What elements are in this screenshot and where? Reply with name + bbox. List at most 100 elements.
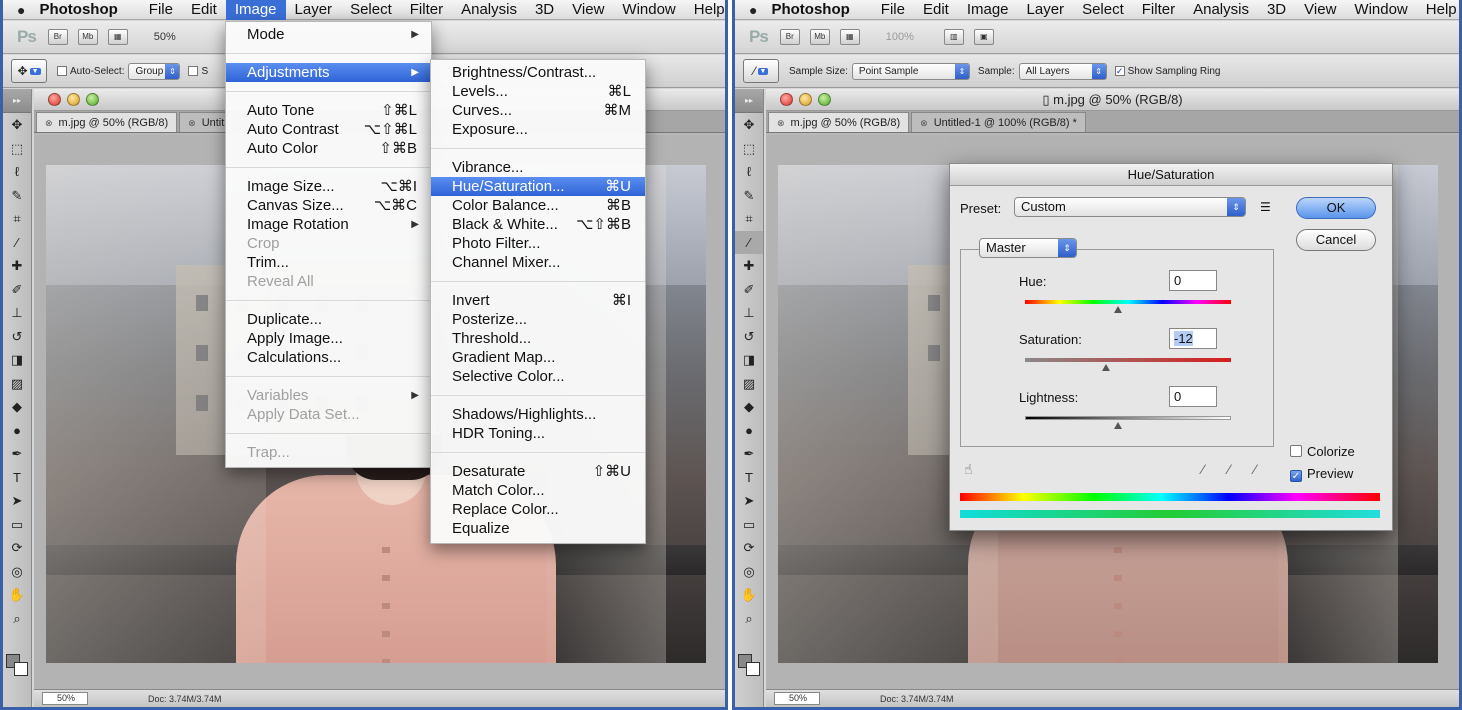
menu-3d[interactable]: 3D xyxy=(1258,0,1295,20)
menu-item-vibrance[interactable]: Vibrance... xyxy=(431,158,645,177)
colorize-box[interactable] xyxy=(1290,445,1302,457)
lightness-slider[interactable] xyxy=(1025,416,1231,420)
menu-image[interactable]: Image xyxy=(225,0,286,20)
quick-select-tool-icon[interactable]: ✎ xyxy=(3,184,31,208)
bridge-button[interactable]: Br xyxy=(779,29,800,45)
healing-brush-icon[interactable]: ✚ xyxy=(3,254,31,278)
menu-item-apply-image[interactable]: Apply Image... xyxy=(226,329,431,348)
lightness-slider-thumb[interactable] xyxy=(1114,422,1122,429)
marquee-tool-icon[interactable]: ⬚ xyxy=(735,137,763,161)
clone-stamp-icon[interactable]: ⊥ xyxy=(735,301,763,325)
targeted-adjustment-hand-icon[interactable]: ☝ xyxy=(964,461,973,478)
eyedropper-icon[interactable]: ⁄ xyxy=(1202,461,1204,477)
hand-tool-icon[interactable]: ✋ xyxy=(3,583,31,607)
menu-item-hdr-toning[interactable]: HDR Toning... xyxy=(431,424,645,443)
bridge-button[interactable]: Br xyxy=(47,29,68,45)
path-select-icon[interactable]: ➤ xyxy=(3,489,31,513)
menu-view[interactable]: View xyxy=(563,0,613,20)
lasso-tool-icon[interactable]: ℓ xyxy=(735,160,763,184)
close-tab-icon[interactable]: ⊗ xyxy=(777,118,785,128)
tab-m-jpg[interactable]: ⊗ m.jpg @ 50% (RGB/8) xyxy=(36,112,178,132)
lasso-tool-icon[interactable]: ℓ xyxy=(3,160,31,184)
menu-window[interactable]: Window xyxy=(1345,0,1416,20)
apple-icon[interactable]: ● xyxy=(749,2,757,18)
menu-item-photo-filter[interactable]: Photo Filter... xyxy=(431,234,645,253)
menu-file[interactable]: File xyxy=(872,0,914,20)
history-brush-icon[interactable]: ↺ xyxy=(735,325,763,349)
menu-item-black-white[interactable]: Black & White... ⌥⇧⌘B xyxy=(431,215,645,234)
menu-item-image-rotation[interactable]: Image Rotation ▶ xyxy=(226,215,431,234)
menu-item-posterize[interactable]: Posterize... xyxy=(431,310,645,329)
menu-select[interactable]: Select xyxy=(341,0,401,20)
cancel-button[interactable]: Cancel xyxy=(1296,229,1376,251)
menu-item-canvas-size[interactable]: Canvas Size... ⌥⌘C xyxy=(226,196,431,215)
menu-item-duplicate[interactable]: Duplicate... xyxy=(226,310,431,329)
type-tool-icon[interactable]: T xyxy=(3,466,31,490)
view-extras-button[interactable]: ▦ xyxy=(107,29,128,45)
status-zoom-field[interactable]: 50% xyxy=(42,692,88,705)
preset-dropdown[interactable]: Custom ⇕ xyxy=(1014,197,1246,217)
menu-item-invert[interactable]: Invert ⌘I xyxy=(431,291,645,310)
menu-item-equalize[interactable]: Equalize xyxy=(431,519,645,538)
gradient-tool-icon[interactable]: ▨ xyxy=(735,372,763,396)
menu-item-calculations[interactable]: Calculations... xyxy=(226,348,431,367)
menu-image[interactable]: Image xyxy=(958,0,1018,20)
menu-item-mode[interactable]: Mode ▶ xyxy=(226,25,431,44)
marquee-tool-icon[interactable]: ⬚ xyxy=(3,137,31,161)
menu-layer[interactable]: Layer xyxy=(1018,0,1074,20)
menu-window[interactable]: Window xyxy=(613,0,684,20)
apple-icon[interactable]: ● xyxy=(17,2,25,18)
menu-3d[interactable]: 3D xyxy=(526,0,563,20)
background-color-swatch[interactable] xyxy=(746,662,760,676)
mini-bridge-button[interactable]: Mb xyxy=(77,29,98,45)
healing-brush-icon[interactable]: ✚ xyxy=(735,254,763,278)
screen-mode-button[interactable]: ▣ xyxy=(973,29,994,45)
sample-size-dropdown[interactable]: Point Sample ⇕ xyxy=(851,62,970,80)
blur-tool-icon[interactable]: ◆ xyxy=(3,395,31,419)
menu-select[interactable]: Select xyxy=(1073,0,1133,20)
sampling-ring-checkbox[interactable]: ✓ xyxy=(1114,66,1125,76)
move-tool-icon[interactable]: ✥ xyxy=(3,113,31,137)
clone-stamp-icon[interactable]: ⊥ xyxy=(3,301,31,325)
close-tab-icon[interactable]: ⊗ xyxy=(920,118,928,128)
menu-item-auto-tone[interactable]: Auto Tone ⇧⌘L xyxy=(226,101,431,120)
channel-dropdown[interactable]: Master ⇕ xyxy=(979,238,1077,258)
path-select-icon[interactable]: ➤ xyxy=(735,489,763,513)
eyedropper-tool-icon[interactable]: ⁄ xyxy=(735,230,763,254)
brush-tool-icon[interactable]: ✐ xyxy=(735,278,763,302)
menu-item-hue-saturation[interactable]: Hue/Saturation... ⌘U xyxy=(431,177,645,196)
menu-filter[interactable]: Filter xyxy=(1133,0,1184,20)
history-brush-icon[interactable]: ↺ xyxy=(3,325,31,349)
type-tool-icon[interactable]: T xyxy=(735,466,763,490)
menu-item-replace-color[interactable]: Replace Color... xyxy=(431,500,645,519)
preview-checkbox[interactable]: ✓ Preview xyxy=(1290,466,1353,482)
menu-item-selective-color[interactable]: Selective Color... xyxy=(431,367,645,386)
3d-rotate-icon[interactable]: ⟳ xyxy=(3,536,31,560)
hue-slider[interactable] xyxy=(1025,300,1231,304)
eraser-tool-icon[interactable]: ◨ xyxy=(735,348,763,372)
view-extras-button[interactable]: ▦ xyxy=(839,29,860,45)
menu-help[interactable]: Help xyxy=(1417,0,1459,20)
arrange-documents-button[interactable]: ▥ xyxy=(943,29,964,45)
menu-item-auto-color[interactable]: Auto Color ⇧⌘B xyxy=(226,139,431,158)
preset-options-icon[interactable]: ☰ xyxy=(1260,200,1271,214)
shape-tool-icon[interactable]: ▭ xyxy=(3,513,31,537)
crop-tool-icon[interactable]: ⌗ xyxy=(735,207,763,231)
menu-edit[interactable]: Edit xyxy=(914,0,958,20)
pen-tool-icon[interactable]: ✒ xyxy=(735,442,763,466)
shape-tool-icon[interactable]: ▭ xyxy=(735,513,763,537)
menu-item-levels[interactable]: Levels... ⌘L xyxy=(431,82,645,101)
status-zoom-field[interactable]: 50% xyxy=(774,692,820,705)
zoom-window-icon[interactable] xyxy=(818,93,831,106)
menu-item-threshold[interactable]: Threshold... xyxy=(431,329,645,348)
menu-filter[interactable]: Filter xyxy=(401,0,452,20)
auto-select-checkbox[interactable] xyxy=(57,66,67,76)
menu-item-channel-mixer[interactable]: Channel Mixer... xyxy=(431,253,645,272)
menu-file[interactable]: File xyxy=(140,0,182,20)
minimize-icon[interactable] xyxy=(799,93,812,106)
sample-dropdown[interactable]: All Layers ⇕ xyxy=(1018,62,1107,80)
menu-item-color-balance[interactable]: Color Balance... ⌘B xyxy=(431,196,645,215)
zoom-tool-icon[interactable]: ⌕ xyxy=(735,607,763,631)
pen-tool-icon[interactable]: ✒ xyxy=(3,442,31,466)
3d-orbit-icon[interactable]: ◎ xyxy=(735,560,763,584)
